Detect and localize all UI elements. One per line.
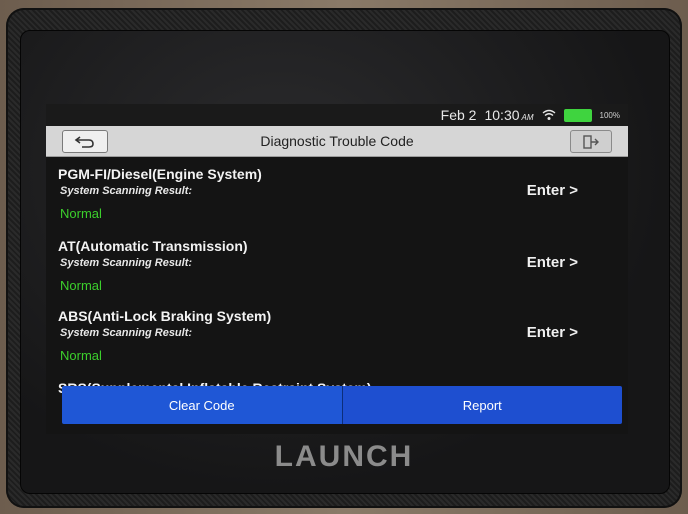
report-button[interactable]: Report [342, 386, 622, 424]
exit-button[interactable] [570, 130, 612, 153]
action-bar: Clear Code Report [62, 386, 622, 424]
battery-icon [563, 108, 592, 122]
exit-icon [583, 134, 599, 149]
scan-status: Normal [60, 278, 102, 293]
status-cluster: Feb 2 10:30 AM 100% [441, 107, 620, 123]
status-bar: Feb 2 10:30 AM 100% [46, 104, 628, 126]
status-time: 10:30 [484, 107, 520, 123]
enter-button[interactable]: Enter > [527, 254, 578, 271]
status-ampm: AM [521, 112, 534, 122]
scan-result-label: System Scanning Result: [60, 185, 193, 197]
screen: Feb 2 10:30 AM 100% Diagnostic Trouble C… [46, 104, 628, 434]
page-title: Diagnostic Trouble Code [260, 133, 414, 149]
clear-code-button[interactable]: Clear Code [62, 386, 342, 424]
wifi-icon [542, 109, 555, 120]
enter-button[interactable]: Enter > [527, 324, 578, 341]
scan-status: Normal [60, 348, 102, 363]
list-item[interactable]: AT(Automatic Transmission) System Scanni… [46, 228, 628, 298]
brand-logo: LAUNCH [274, 440, 414, 473]
scan-result-label: System Scanning Result: [60, 257, 193, 269]
list-item[interactable]: PGM-FI/Diesel(Engine System) System Scan… [46, 156, 628, 226]
list-item[interactable]: ABS(Anti-Lock Braking System) System Sca… [46, 298, 628, 368]
system-name: PGM-FI/Diesel(Engine System) [58, 166, 262, 182]
system-name: AT(Automatic Transmission) [58, 238, 248, 254]
battery-level: 100% [599, 110, 620, 120]
scan-status: Normal [60, 206, 102, 221]
system-name: ABS(Anti-Lock Braking System) [58, 308, 272, 324]
scan-result-label: System Scanning Result: [60, 327, 193, 339]
enter-button[interactable]: Enter > [527, 182, 578, 199]
status-date: Feb 2 [440, 107, 477, 123]
title-bar: Diagnostic Trouble Code [46, 126, 628, 157]
